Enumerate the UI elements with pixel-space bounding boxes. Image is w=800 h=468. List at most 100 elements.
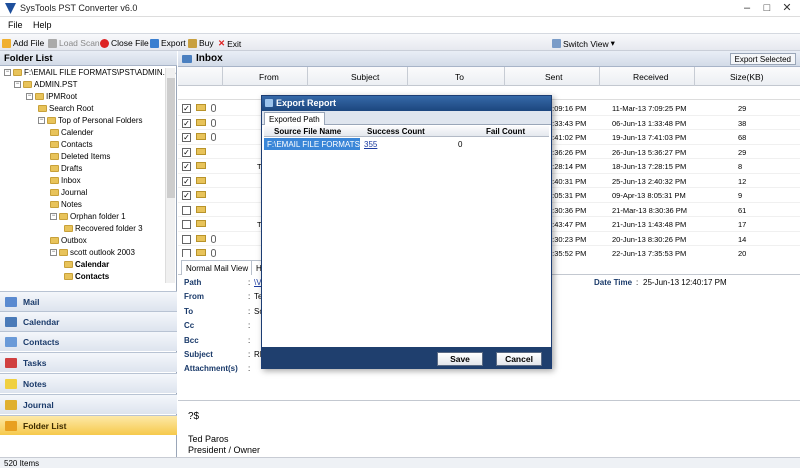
nav-folder-list[interactable]: Folder List <box>0 415 177 435</box>
export-selected-button[interactable]: Export Selected <box>729 53 796 65</box>
window-title: SysTools PST Converter v6.0 <box>20 3 138 13</box>
notes-icon <box>5 378 17 389</box>
folder-tree-item[interactable]: − F:\EMAIL FILE FORMATS\PST\ADMIN.PS <box>4 68 176 77</box>
report-row[interactable]: F:\EMAIL FILE FORMATS\... 355 0 <box>264 138 549 150</box>
folder-tree-scrollbar[interactable] <box>165 68 175 283</box>
folder-label: ADMIN.PST <box>34 80 78 89</box>
row-checkbox[interactable] <box>182 205 191 215</box>
subject-label: Subject <box>184 350 213 359</box>
buy-button[interactable]: Buy <box>188 38 214 48</box>
body-line-3: President / Owner <box>188 445 261 455</box>
column-received[interactable]: Received <box>633 72 668 82</box>
collapse-icon[interactable]: − <box>50 213 57 220</box>
save-button[interactable]: Save <box>437 352 483 366</box>
row-checkbox[interactable]: ✓ <box>182 104 191 113</box>
folder-tree-item[interactable]: Notes <box>50 200 82 209</box>
mail-icon <box>5 296 17 307</box>
nav-mail[interactable]: Mail <box>0 291 177 311</box>
switch-view-button[interactable]: Switch View ▾ <box>552 38 615 49</box>
folder-tree-item[interactable]: Recovered folder 3 <box>64 224 143 233</box>
folder-tree-item[interactable]: Contacts <box>64 272 109 281</box>
row-checkbox[interactable]: ✓ <box>182 133 191 142</box>
tab-exported-path[interactable]: Exported Path <box>264 112 325 125</box>
success-count-link[interactable]: 355 <box>364 140 377 149</box>
envelope-icon <box>196 176 206 184</box>
folder-tree-item[interactable]: − Orphan folder 1 <box>50 212 126 221</box>
row-checkbox[interactable]: ✓ <box>182 162 191 171</box>
folder-tree-item[interactable]: − scott outlook 2003 <box>50 248 135 257</box>
exit-button[interactable]: ✕ Exit <box>218 38 241 49</box>
load-scan-icon <box>48 38 57 48</box>
folder-list-panel: Folder List − F:\EMAIL FILE FORMATS\PST\A… <box>0 51 177 457</box>
cell-size: 61 <box>738 205 747 215</box>
cancel-button[interactable]: Cancel <box>496 352 542 366</box>
collapse-icon[interactable]: − <box>14 81 21 88</box>
nav-calendar[interactable]: Calendar <box>0 311 177 331</box>
menu-file[interactable]: File <box>8 20 23 30</box>
folder-tree-item[interactable]: Journal <box>50 188 87 197</box>
inbox-title: Inbox <box>196 53 223 64</box>
nav-notes[interactable]: Notes <box>0 373 177 393</box>
folder-tree-item[interactable]: Drafts <box>50 164 82 173</box>
row-checkbox[interactable] <box>182 220 191 229</box>
title-bar: SysTools PST Converter v6.0 – □ ✕ <box>0 0 800 17</box>
folder-list-title: Folder List <box>0 51 177 66</box>
folder-tree-item[interactable]: Inbox <box>50 176 81 185</box>
folder-tree-item[interactable]: Calender <box>50 128 93 137</box>
envelope-icon <box>196 147 206 155</box>
maximize-icon[interactable]: □ <box>760 2 774 14</box>
close-file-button[interactable]: Close File <box>100 38 149 48</box>
envelope-icon <box>196 162 206 169</box>
collapse-icon[interactable]: − <box>38 117 45 124</box>
close-icon[interactable]: ✕ <box>780 2 794 14</box>
body-line-1: ?$ <box>188 411 200 422</box>
export-button[interactable]: Export <box>150 38 186 48</box>
folder-tree-item[interactable]: Deleted Items <box>50 152 110 161</box>
column-size[interactable]: Size(KB) <box>730 72 764 82</box>
collapse-icon[interactable]: − <box>4 69 11 76</box>
menu-help[interactable]: Help <box>33 20 52 30</box>
column-from[interactable]: From <box>259 72 279 82</box>
folder-tree-item[interactable]: Outbox <box>50 236 87 245</box>
cc-label: Cc <box>184 321 195 330</box>
dialog-tabs: Exported Path <box>262 111 551 125</box>
folder-tree-item[interactable]: − Top of Personal Folders <box>38 116 143 125</box>
nav-journal[interactable]: Journal <box>0 394 177 414</box>
tab-normal-mail-view[interactable]: Normal Mail View <box>181 260 254 275</box>
collapse-icon[interactable]: − <box>50 249 57 256</box>
nav-tasks[interactable]: Tasks <box>0 352 177 372</box>
inbox-header: Inbox Export Selected <box>178 51 800 67</box>
minimize-icon[interactable]: – <box>740 2 754 14</box>
folder-tree-item[interactable]: Search Root <box>38 104 93 113</box>
folder-tree-item[interactable]: − IPMRoot <box>26 92 77 101</box>
export-report-dialog: Export Report Exported Path Source File … <box>261 95 552 369</box>
cell-sent: 1:33:43 PM <box>548 118 587 128</box>
column-sent[interactable]: Sent <box>545 72 563 82</box>
path-label: Path <box>184 278 202 287</box>
folder-tree-item[interactable]: Contacts <box>50 140 93 149</box>
add-file-button[interactable]: Add File <box>2 38 44 48</box>
collapse-icon[interactable]: − <box>26 93 33 100</box>
folder-tree-item[interactable]: Calendar <box>64 260 109 269</box>
row-checkbox[interactable]: ✓ <box>182 176 191 186</box>
attachment-icon <box>211 133 216 141</box>
attachments-label: Attachment(s) <box>184 364 238 373</box>
nav-contacts[interactable]: Contacts <box>0 331 177 351</box>
folder-icon <box>38 105 47 112</box>
folder-icon <box>13 69 22 76</box>
scrollbar-thumb[interactable] <box>167 78 175 198</box>
folder-tree-item[interactable]: − ADMIN.PST <box>14 80 78 89</box>
row-checkbox[interactable]: ✓ <box>182 118 191 128</box>
dialog-footer: Save Cancel <box>262 347 551 369</box>
source-file-cell: F:\EMAIL FILE FORMATS\... <box>264 138 360 150</box>
load-scan-button[interactable]: Load Scan <box>48 38 100 48</box>
from-label: From <box>184 292 204 301</box>
column-to[interactable]: To <box>455 72 464 82</box>
row-checkbox[interactable]: ✓ <box>182 147 191 157</box>
row-checkbox[interactable] <box>182 234 191 244</box>
column-subject[interactable]: Subject <box>351 72 379 82</box>
row-checkbox[interactable]: ✓ <box>182 191 191 200</box>
cell-size: 9 <box>738 191 743 200</box>
folder-icon <box>50 177 59 184</box>
fail-count-cell: 0 <box>458 140 463 149</box>
